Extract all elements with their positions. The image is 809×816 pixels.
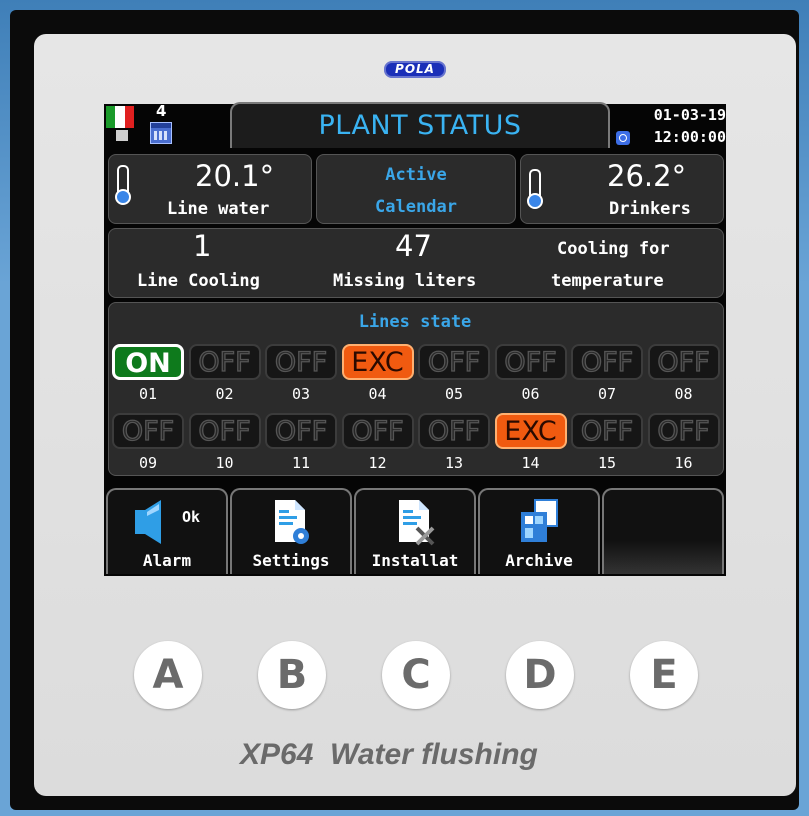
line-01-number: 01 (138, 385, 158, 403)
line-06-state[interactable]: OFF (494, 344, 567, 380)
cooling-mode-line2: temperature (551, 271, 664, 291)
alarm-status: Ok (182, 508, 201, 526)
settings-tab-label: Settings (252, 551, 330, 570)
speaker-icon (134, 500, 161, 544)
thermometer-icon (527, 169, 543, 209)
line-water-label: Line water (167, 199, 270, 219)
tools-document-icon (399, 500, 435, 546)
line-02-state[interactable]: OFF (188, 344, 261, 380)
lines-state-title: Lines state (358, 312, 472, 332)
line-11-number: 11 (291, 454, 311, 472)
line-16-state[interactable]: OFF (647, 413, 720, 449)
line-04-number: 04 (368, 385, 387, 403)
line-02-number: 02 (215, 385, 234, 403)
line-05-number: 05 (444, 385, 464, 403)
brand-logo: POLA (384, 61, 446, 78)
page-title: PLANT STATUS (318, 110, 522, 141)
settings-document-icon (275, 500, 309, 544)
line-06-number: 06 (521, 385, 540, 403)
line-cooling-label: Line Cooling (137, 271, 260, 291)
calendar-icon (150, 122, 172, 144)
line-16-number: 16 (674, 454, 693, 472)
installat-tab[interactable]: Installat (354, 488, 476, 574)
calendar-line1: Active (385, 165, 447, 185)
key-e-button[interactable]: E (630, 641, 698, 709)
key-a-button[interactable]: A (134, 641, 202, 709)
calendar-line2: Calendar (375, 197, 457, 217)
line-07-number: 07 (597, 385, 617, 403)
line-12-number: 12 (368, 454, 387, 472)
installat-tab-label: Installat (371, 551, 459, 570)
line-08-state[interactable]: OFF (647, 344, 720, 380)
empty-tab (602, 488, 724, 574)
sd-card-icon (116, 130, 128, 141)
line-04-state[interactable]: EXC (341, 344, 414, 380)
missing-liters-label: Missing liters (333, 271, 477, 291)
missing-liters-value: 47 (395, 229, 432, 263)
calendar-box[interactable]: Active Calendar (316, 154, 516, 224)
alarm-tab-label: Alarm (142, 551, 192, 570)
line-09-state[interactable]: OFF (112, 413, 184, 449)
line-01-state[interactable]: ON (112, 344, 184, 380)
key-c-button[interactable]: C (382, 641, 450, 709)
line-03-state[interactable]: OFF (265, 344, 337, 380)
drinkers-box[interactable]: 26.2° Drinkers (520, 154, 724, 224)
line-water-value: 20.1° (195, 159, 275, 193)
drinkers-value: 26.2° (607, 159, 687, 193)
week-number: 4 (156, 102, 167, 120)
line-13-state[interactable]: OFF (418, 413, 490, 449)
model-label: XP64 Water flushing (240, 738, 538, 771)
line-08-number: 08 (674, 385, 693, 403)
drinkers-label: Drinkers (609, 199, 691, 219)
time-display: 12:00:00 (653, 128, 726, 146)
line-12-state[interactable]: OFF (341, 413, 414, 449)
info-box: 1 Line Cooling 47 Missing liters Cooling… (108, 228, 724, 298)
italy-flag-icon[interactable] (106, 106, 134, 128)
line-13-number: 13 (444, 454, 464, 472)
line-03-number: 03 (291, 385, 311, 403)
lcd-screen: 4 PLANT STATUS 01-03-19 12:00:00 20.1° L… (104, 102, 726, 576)
key-d-button[interactable]: D (506, 641, 574, 709)
archive-tab-label: Archive (505, 551, 573, 570)
line-09-number: 09 (138, 454, 158, 472)
line-14-number: 14 (521, 454, 540, 472)
line-15-state[interactable]: OFF (571, 413, 643, 449)
line-07-state[interactable]: OFF (571, 344, 643, 380)
alarm-tab[interactable]: Ok Alarm (106, 488, 228, 574)
line-05-state[interactable]: OFF (418, 344, 490, 380)
archive-icon (521, 499, 558, 542)
line-cooling-value: 1 (193, 229, 212, 263)
key-b-button[interactable]: B (258, 641, 326, 709)
line-14-state[interactable]: EXC (494, 413, 567, 449)
date-display: 01-03-19 (653, 106, 726, 124)
line-11-state[interactable]: OFF (265, 413, 337, 449)
thermometer-icon (115, 165, 131, 205)
line-15-number: 15 (597, 454, 617, 472)
line-water-box[interactable]: 20.1° Line water (108, 154, 312, 224)
cooling-mode-line1: Cooling for (557, 239, 670, 259)
line-10-state[interactable]: OFF (188, 413, 261, 449)
line-10-number: 10 (215, 454, 234, 472)
archive-tab[interactable]: Archive (478, 488, 600, 574)
settings-tab[interactable]: Settings (230, 488, 352, 574)
